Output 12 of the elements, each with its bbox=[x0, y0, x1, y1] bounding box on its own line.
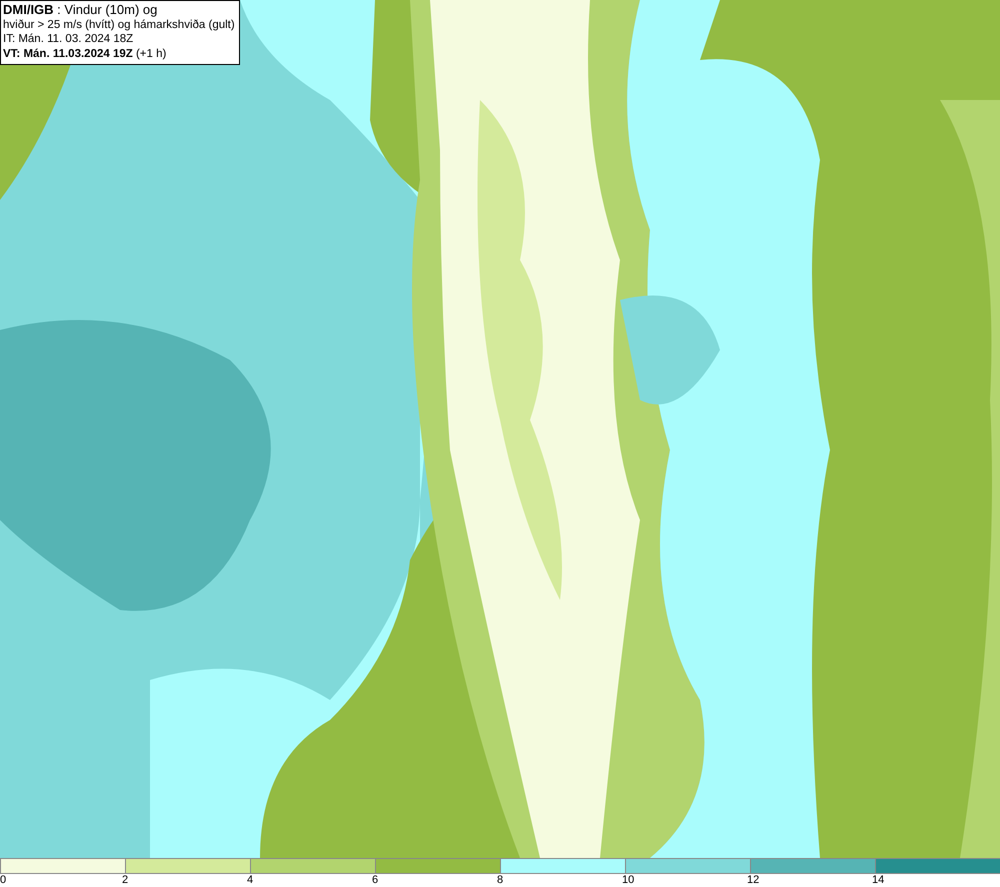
info-text: DMI/IGB : Vindur (10m) og bbox=[3, 3, 158, 18]
legend-label: 0 bbox=[0, 874, 6, 887]
legend-label: 2 bbox=[122, 874, 128, 887]
legend-label: 8 bbox=[497, 874, 504, 887]
legend-label: 6 bbox=[372, 874, 378, 887]
legend-label: 14 bbox=[872, 874, 884, 887]
info-text: hviður > 25 m/s (hvítt) og hámarkshviða (gult) bbox=[3, 18, 235, 32]
legend-label: 12 bbox=[747, 874, 760, 887]
info-text: VT: Mán. 11.03.2024 19Z (+1 h) bbox=[3, 46, 168, 61]
legend-label: 10 bbox=[622, 874, 634, 887]
legend-label: 4 bbox=[247, 874, 254, 887]
info-text: IT: Mán. 11. 03. 2024 18Z bbox=[3, 32, 134, 46]
